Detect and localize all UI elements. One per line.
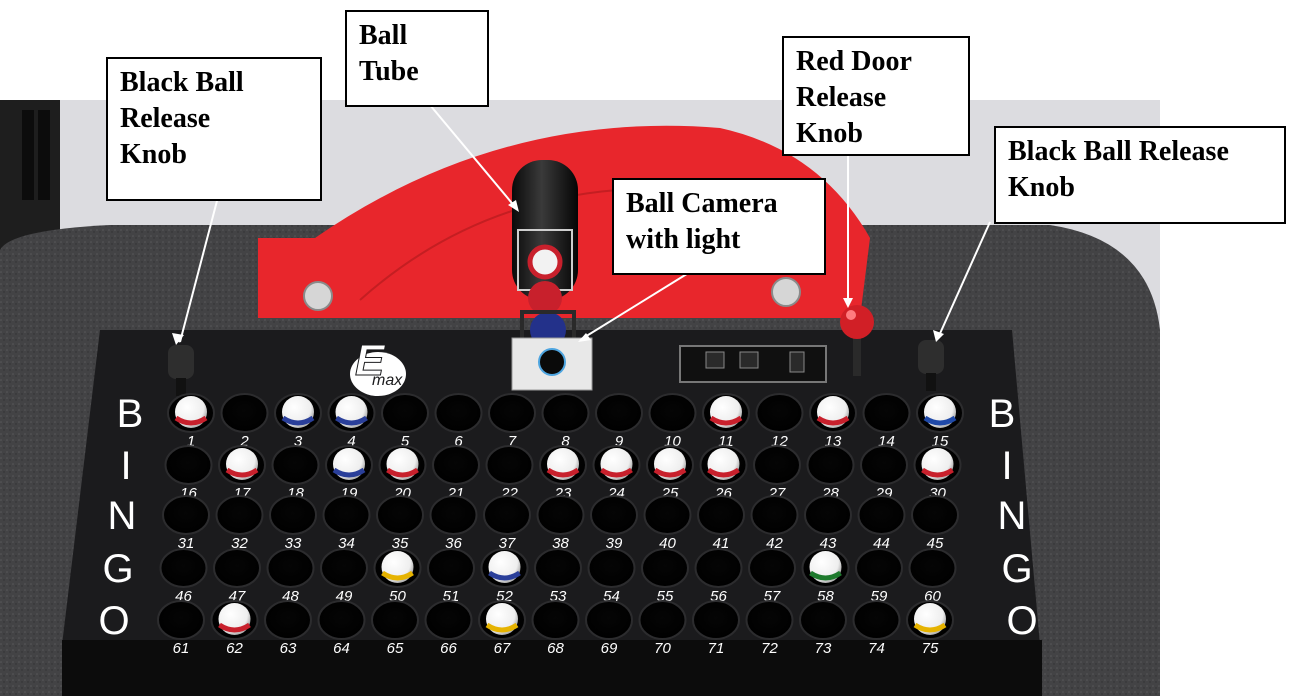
bingo-letter-n: N: [998, 494, 1027, 538]
callout-line: Tube: [359, 56, 419, 87]
callout-black-ball-release-knob-right: Black Ball Release Knob: [994, 126, 1286, 224]
callout-line: Knob: [120, 139, 187, 170]
callout-line: Knob: [796, 118, 863, 149]
bingo-number-label: 66: [440, 640, 457, 657]
switch-panel: [679, 345, 827, 383]
bingo-number-label: 75: [922, 640, 939, 657]
bingo-letter-g: G: [102, 547, 133, 591]
callout-line: Ball Camera: [626, 188, 778, 219]
bingo-letter-o: O: [98, 599, 129, 643]
bingo-letter-g: G: [1001, 547, 1032, 591]
callout-line: Knob: [1008, 172, 1075, 203]
bingo-number-label: 64: [333, 640, 350, 657]
callout-line: Black Ball Release: [1008, 136, 1229, 167]
bingo-number-label: 74: [868, 640, 885, 657]
bingo-number-label: 67: [494, 640, 511, 657]
bingo-number-label: 69: [601, 640, 618, 657]
callout-ball-tube: Ball Tube: [345, 10, 489, 107]
bingo-number-label: 70: [654, 640, 671, 657]
bingo-number-label: 72: [761, 640, 778, 657]
bingo-letter-i: I: [1001, 444, 1012, 488]
callout-line: Release: [796, 82, 887, 113]
callout-line: Black Ball: [120, 67, 244, 98]
bingo-number-label: 71: [708, 640, 725, 657]
callout-black-ball-release-knob-left: Black Ball Release Knob: [106, 57, 322, 201]
callout-ball-camera: Ball Camera with light: [612, 178, 826, 275]
bingo-number-label: 62: [226, 640, 243, 657]
bingo-number-label: 68: [547, 640, 564, 657]
bingo-number-label: 63: [280, 640, 297, 657]
bingo-number-label: 61: [173, 640, 190, 657]
ball-camera: [511, 337, 593, 391]
callout-red-door-release-knob: Red Door Release Knob: [782, 36, 970, 156]
callout-line: Red Door: [796, 46, 912, 77]
bingo-number-label: 65: [387, 640, 404, 657]
bingo-letter-b: B: [989, 392, 1016, 436]
callout-line: Ball: [359, 20, 408, 51]
bingo-number-label: 73: [815, 640, 832, 657]
bingo-letter-o: O: [1006, 599, 1037, 643]
callout-line: with light: [626, 224, 741, 255]
bingo-letter-n: N: [108, 494, 137, 538]
svg-text:max: max: [372, 372, 403, 389]
callout-line: Release: [120, 103, 211, 134]
bingo-letter-i: I: [120, 444, 131, 488]
bingo-letter-b: B: [117, 392, 144, 436]
